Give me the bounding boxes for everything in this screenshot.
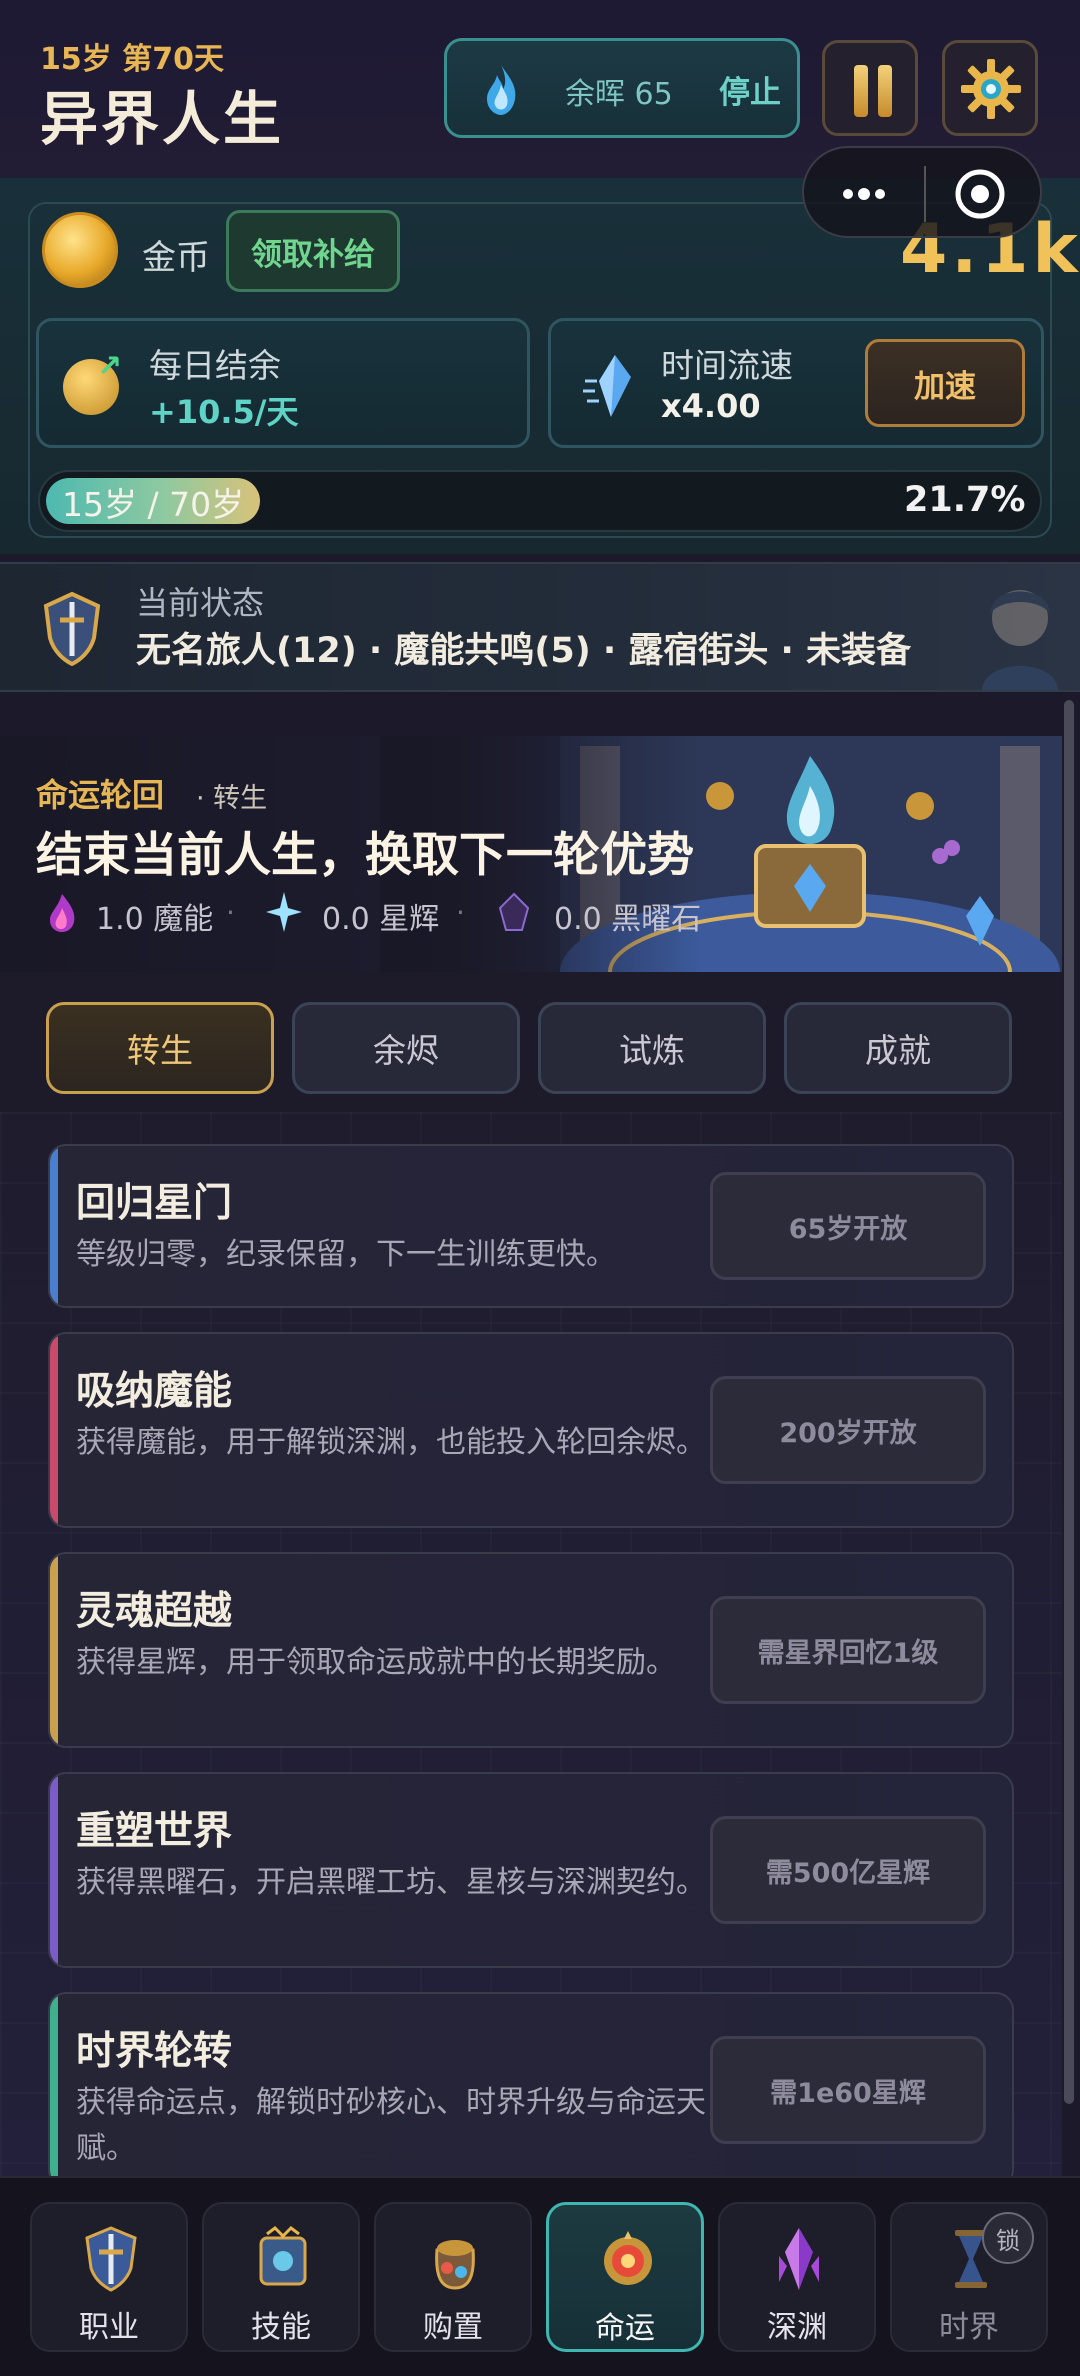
lock-badge: 锁 <box>982 2212 1034 2264</box>
tab-trials[interactable]: 试炼 <box>538 1002 766 1094</box>
bag-icon <box>435 2240 475 2290</box>
nav-label: 时界 <box>939 2310 999 2345</box>
close-miniprogram-icon[interactable] <box>950 164 1010 224</box>
fate-card-action-button[interactable]: 需500亿星辉 <box>710 1816 986 1924</box>
game-title: 异界人生 <box>40 85 285 153</box>
fate-card-action-button[interactable]: 需1e60星辉 <box>710 2036 986 2144</box>
pause-icon-bar <box>878 65 892 117</box>
blue-flame-icon <box>487 65 516 115</box>
mana-amount: 1.0 魔能 <box>96 902 214 937</box>
bottom-navigation: 职业 技能 购置 命运 深渊 时界 锁 <box>0 2176 1080 2376</box>
shield-crest-icon <box>43 591 101 666</box>
tab-rebirth[interactable]: 转生 <box>46 1002 274 1094</box>
fate-card-return-stargate: 回归星门 等级归零，纪录保留，下一生训练更快。 65岁开放 <box>48 1144 1014 1308</box>
more-menu-icon[interactable] <box>834 172 894 216</box>
coin-label: 金币 <box>142 238 210 278</box>
fate-card-time-realm-cycle: 时界轮转 获得命运点，解锁时砂核心、时界升级与命运天赋。 需1e60星辉 <box>48 1992 1014 2176</box>
nav-label: 技能 <box>251 2310 311 2345</box>
fate-card-reshape-world: 重塑世界 获得黑曜石，开启黑曜工坊、星核与深渊契约。 需500亿星辉 <box>48 1772 1014 1968</box>
banner-kicker-sub: · 转生 <box>196 783 268 814</box>
nav-item-fate[interactable]: 命运 <box>546 2202 704 2352</box>
spellbook-icon <box>259 2226 307 2286</box>
lifespan-label: 15岁 / 70岁 <box>62 485 245 524</box>
fate-card-title: 灵魂超越 <box>76 1589 233 1634</box>
claim-supply-button[interactable]: 领取补给 <box>226 210 400 292</box>
obsidian-amount: 0.0 黑曜石 <box>554 902 702 937</box>
nav-label: 职业 <box>79 2310 139 2345</box>
tab-achievements[interactable]: 成就 <box>784 1002 1012 1094</box>
fate-card-title: 回归星门 <box>76 1181 233 1226</box>
shield-sword-icon <box>85 2226 137 2292</box>
ember-stop-button[interactable]: 停止 <box>719 67 781 112</box>
scrollbar[interactable] <box>1064 700 1074 2104</box>
fate-card-title: 重塑世界 <box>76 1809 233 1854</box>
card-accent <box>50 1146 58 1306</box>
separator-dot: · <box>456 896 465 929</box>
status-label: 当前状态 <box>136 584 265 622</box>
time-speed-value: x4.00 <box>661 387 761 425</box>
fate-card-soul-transcend: 灵魂超越 获得星辉，用于领取命运成就中的长期奖励。 需星界回忆1级 <box>48 1552 1014 1748</box>
card-accent <box>50 1554 58 1746</box>
fate-card-title: 吸纳魔能 <box>76 1369 233 1414</box>
banner-kicker: 命运轮回 <box>36 776 165 814</box>
starlight-amount: 0.0 星辉 <box>322 902 440 937</box>
settings-button[interactable] <box>942 40 1038 136</box>
abyss-crystal-icon <box>779 2228 819 2290</box>
fate-card-description: 获得魔能，用于解锁深渊，也能投入轮回余烬。 <box>76 1425 706 1460</box>
nav-label: 购置 <box>423 2310 483 2345</box>
fate-card-description: 等级归零，纪录保留，下一生训练更快。 <box>76 1237 616 1272</box>
nav-label: 深渊 <box>767 2310 827 2345</box>
capsule-divider <box>924 166 926 222</box>
time-speed-label: 时间流速 <box>661 346 793 385</box>
card-accent <box>50 1774 58 1966</box>
pause-icon <box>854 65 868 117</box>
pause-button[interactable] <box>822 40 918 136</box>
fate-card-action-button[interactable]: 200岁开放 <box>710 1376 986 1484</box>
fate-card-absorb-mana: 吸纳魔能 获得魔能，用于解锁深渊，也能投入轮回余烬。 200岁开放 <box>48 1332 1014 1528</box>
separator-dot: · <box>226 896 235 929</box>
rebirth-options-list[interactable]: 回归星门 等级归零，纪录保留，下一生训练更快。 65岁开放 吸纳魔能 获得魔能，… <box>0 1112 1062 2176</box>
nav-item-purchase[interactable]: 购置 <box>374 2202 532 2352</box>
fate-emblem-icon <box>604 2231 652 2285</box>
tab-embers[interactable]: 余烬 <box>292 1002 520 1094</box>
blue-crystal-icon <box>583 355 631 417</box>
miniprogram-capsule <box>802 146 1042 238</box>
fate-card-description: 获得命运点，解锁时砂核心、时界升级与命运天赋。 <box>76 2085 706 2166</box>
current-status-panel: 当前状态 无名旅人(12) · 魔能共鸣(5) · 露宿街头 · 未装备 <box>0 562 1080 692</box>
daily-balance-label: 每日结余 <box>149 346 281 385</box>
fate-card-title: 时界轮转 <box>76 2029 233 2074</box>
gold-coin-icon <box>42 212 118 288</box>
nav-item-abyss[interactable]: 深渊 <box>718 2202 876 2352</box>
accelerate-button[interactable]: 加速 <box>865 339 1025 427</box>
fate-card-description: 获得星辉，用于领取命运成就中的长期奖励。 <box>76 1645 676 1680</box>
card-accent <box>50 1334 58 1526</box>
banner-title: 结束当前人生，换取下一轮优势 <box>36 828 694 883</box>
fate-rebirth-banner: 命运轮回 · 转生 结束当前人生，换取下一轮优势 1.0 魔能 · 0.0 星辉… <box>0 736 1062 972</box>
lifespan-percent: 21.7% <box>904 480 1026 520</box>
character-portrait-icon <box>982 590 1058 690</box>
time-speed-card: 时间流速 x4.00 加速 <box>548 318 1044 448</box>
nav-label: 命运 <box>595 2311 655 2346</box>
magic-flame-icon <box>50 894 75 932</box>
target-circle-icon <box>955 169 1005 219</box>
fate-card-action-button[interactable]: 需星界回忆1级 <box>710 1596 986 1704</box>
fate-card-description: 获得黑曜石，开启黑曜工坊、星核与深渊契约。 <box>76 1865 706 1900</box>
daily-balance-card: ↗ 每日结余 +10.5/天 <box>36 318 530 448</box>
gear-icon <box>961 59 1021 119</box>
nav-item-skills[interactable]: 技能 <box>202 2202 360 2352</box>
nav-item-career[interactable]: 职业 <box>30 2202 188 2352</box>
nav-item-time-realm[interactable]: 时界 锁 <box>890 2202 1048 2352</box>
obsidian-icon <box>498 892 530 931</box>
ember-count: 余晖 65 <box>565 77 673 112</box>
ember-toggle[interactable]: 余晖 65 停止 <box>444 38 800 138</box>
star-crystal-icon <box>266 892 302 932</box>
more-dots-icon <box>843 188 885 200</box>
up-arrow-icon: ↗ <box>97 349 123 384</box>
status-text: 无名旅人(12) · 魔能共鸣(5) · 露宿街头 · 未装备 <box>136 631 912 671</box>
fate-tabs: 转生 余烬 试炼 成就 <box>0 972 1062 1112</box>
fate-card-action-button[interactable]: 65岁开放 <box>710 1172 986 1280</box>
daily-balance-value: +10.5/天 <box>149 393 299 431</box>
card-accent <box>50 1994 58 2176</box>
